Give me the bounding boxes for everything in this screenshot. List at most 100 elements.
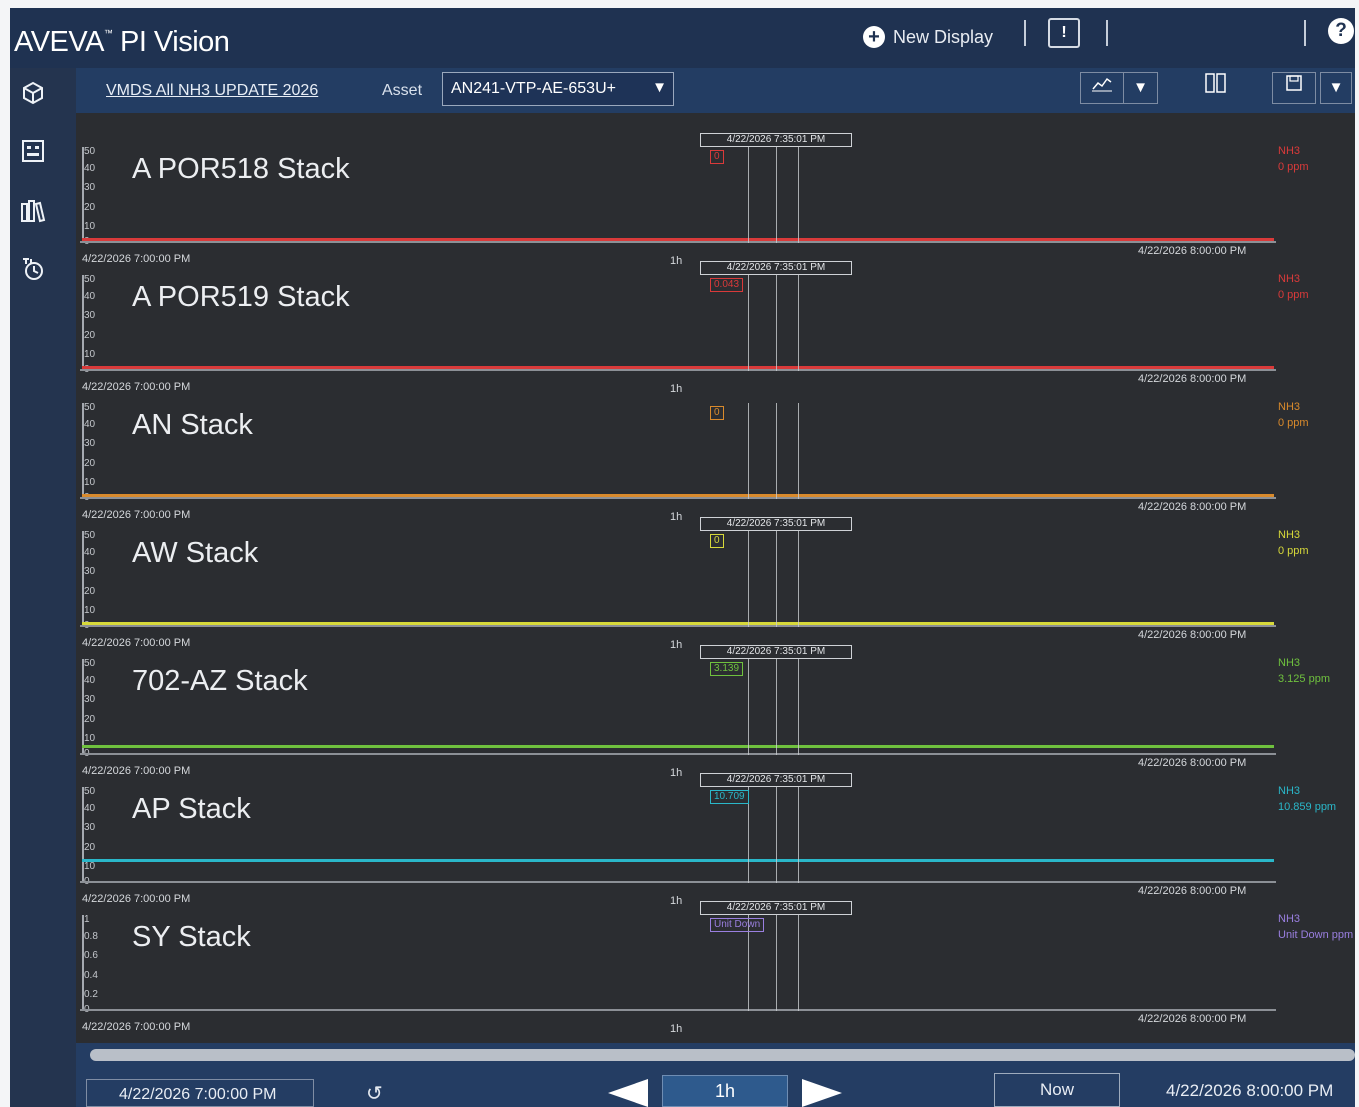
legend-series-value: 10.859 ppm bbox=[1278, 801, 1337, 813]
event-frame-clock-icon[interactable] bbox=[18, 256, 48, 286]
trend-title: 702-AZ Stack bbox=[132, 665, 308, 697]
trend-panel[interactable]: 50 40 30 20 10 0 AW Stack 4/22/2026 7:35:01 PM 0… bbox=[76, 517, 1355, 651]
trend-title: AN Stack bbox=[132, 409, 253, 441]
cursor-line[interactable] bbox=[748, 403, 749, 499]
end-time-label: 4/22/2026 8:00:00 PM bbox=[1138, 501, 1247, 513]
top-header: AVEVA™ PI Vision + New Display ! ? bbox=[10, 8, 1355, 68]
cursor-line[interactable] bbox=[776, 531, 777, 627]
y-tick-label: 10 bbox=[84, 221, 96, 232]
trend-trace bbox=[82, 238, 1274, 241]
cursor-line[interactable] bbox=[798, 275, 799, 371]
y-tick-label: 10 bbox=[84, 477, 96, 488]
arrow-left-icon[interactable] bbox=[608, 1079, 648, 1107]
save-icon[interactable] bbox=[1272, 72, 1316, 104]
y-tick-label: 30 bbox=[84, 310, 96, 321]
end-time-label: 4/22/2026 8:00:00 PM bbox=[1138, 885, 1247, 897]
dropdown-icon[interactable]: ▼ bbox=[1320, 72, 1352, 104]
display-name-link[interactable]: VMDS All NH3 UPDATE 2026 bbox=[106, 82, 318, 100]
trend-trace bbox=[82, 858, 1274, 862]
legend-series-name: NH3 bbox=[1278, 273, 1301, 285]
legend-series-value: 3.125 ppm bbox=[1278, 673, 1330, 685]
cursor-line[interactable] bbox=[798, 531, 799, 627]
y-tick-label: 20 bbox=[84, 586, 96, 597]
end-time-label: 4/22/2026 8:00:00 PM bbox=[1138, 373, 1247, 385]
end-time-label: 4/22/2026 8:00:00 PM bbox=[1138, 629, 1247, 641]
columns-icon[interactable] bbox=[1198, 72, 1234, 104]
cube-icon[interactable] bbox=[18, 80, 48, 110]
trend-title: AW Stack bbox=[132, 537, 259, 569]
y-tick-label: 20 bbox=[84, 202, 96, 213]
new-display-button[interactable]: + New Display bbox=[863, 23, 993, 51]
trend-panel[interactable]: 50 40 30 20 10 0 A POR518 Stack 4/22/2026 7:35:… bbox=[76, 133, 1355, 267]
x-axis bbox=[80, 241, 1276, 243]
y-tick-label: 0.2 bbox=[84, 989, 98, 1000]
x-axis bbox=[80, 625, 1276, 627]
cursor-timestamp: 4/22/2026 7:35:01 PM bbox=[700, 645, 852, 659]
cursor-line[interactable] bbox=[798, 787, 799, 883]
start-time-label: 4/22/2026 7:00:00 PM bbox=[82, 1021, 191, 1033]
dropdown-icon[interactable]: ▼ bbox=[1124, 72, 1158, 104]
trend-panel[interactable]: 50403020100702-AZ Stack4/22/2026 7:35:01… bbox=[76, 645, 1355, 779]
y-tick-label: 20 bbox=[84, 714, 96, 725]
cursor-line[interactable] bbox=[798, 659, 799, 755]
cursor-line[interactable] bbox=[798, 915, 799, 1011]
cursor-timestamp: 4/22/2026 7:35:01 PM bbox=[700, 517, 852, 531]
y-tick-label: 30 bbox=[84, 822, 96, 833]
cursor-line[interactable] bbox=[776, 659, 777, 755]
duration-field[interactable]: 1h bbox=[662, 1075, 788, 1107]
trend-panel[interactable]: 50403020100A POR519 Stack4/22/2026 7:35:… bbox=[76, 261, 1355, 395]
x-axis bbox=[80, 497, 1276, 499]
display-grid-icon[interactable] bbox=[18, 138, 48, 168]
cursor-line[interactable] bbox=[776, 275, 777, 371]
arrow-right-icon[interactable] bbox=[802, 1079, 842, 1107]
now-button[interactable]: Now bbox=[994, 1073, 1120, 1107]
y-tick-label: 50 bbox=[84, 658, 96, 669]
cursor-line[interactable] bbox=[776, 787, 777, 883]
cursor-line[interactable] bbox=[776, 403, 777, 499]
y-tick-label: 30 bbox=[84, 566, 96, 577]
cursor-line[interactable] bbox=[776, 147, 777, 243]
cursor-value: 0 bbox=[710, 150, 724, 164]
refresh-icon[interactable]: ↺ bbox=[366, 1081, 383, 1106]
y-tick-label: 40 bbox=[84, 803, 96, 814]
trend-icon[interactable] bbox=[1080, 72, 1124, 104]
cursor-line[interactable] bbox=[748, 659, 749, 755]
start-time-field[interactable]: 4/22/2026 7:00:00 PM bbox=[86, 1079, 314, 1107]
display-toolbar: VMDS All NH3 UPDATE 2026 Asset AN241-VTP… bbox=[76, 68, 1355, 113]
cursor-value: 10.709 bbox=[710, 790, 749, 804]
cursor-line[interactable] bbox=[748, 531, 749, 627]
cursor-line[interactable] bbox=[798, 403, 799, 499]
help-icon[interactable]: ? bbox=[1328, 18, 1354, 44]
cursor-value: 0 bbox=[710, 406, 724, 420]
legend-series-name: NH3 bbox=[1278, 785, 1301, 797]
y-tick-label: 20 bbox=[84, 458, 96, 469]
timeline-scrollbar[interactable] bbox=[90, 1049, 1355, 1061]
asset-select-value: AN241-VTP-AE-653U+ bbox=[451, 80, 616, 97]
trend-panel[interactable]: 50403020100AN Stack04/22/2026 7:00:00 PM… bbox=[76, 389, 1355, 523]
cursor-line[interactable] bbox=[748, 275, 749, 371]
trend-title: AP Stack bbox=[132, 793, 251, 825]
legend-series-name: NH3 bbox=[1278, 145, 1301, 157]
cursor-line[interactable] bbox=[798, 147, 799, 243]
cursor-line[interactable] bbox=[748, 147, 749, 243]
library-icon[interactable] bbox=[18, 198, 48, 228]
x-axis bbox=[80, 753, 1276, 755]
y-tick-label: 30 bbox=[84, 182, 96, 193]
info-icon[interactable]: ! bbox=[1048, 18, 1080, 48]
divider bbox=[1024, 20, 1026, 46]
end-time-field[interactable]: 4/22/2026 8:00:00 PM bbox=[1166, 1081, 1333, 1101]
y-tick-label: 50 bbox=[84, 402, 96, 413]
trend-panel[interactable]: 50403020100AP Stack4/22/2026 7:35:01 PM1… bbox=[76, 773, 1355, 907]
x-axis bbox=[80, 881, 1276, 883]
legend-series-name: NH3 bbox=[1278, 401, 1301, 413]
y-tick-label: 10 bbox=[84, 605, 96, 616]
cursor-value: 3.139 bbox=[710, 662, 744, 676]
divider bbox=[1304, 20, 1306, 46]
app-logo: AVEVA™ PI Vision bbox=[14, 26, 230, 58]
asset-select[interactable]: AN241-VTP-AE-653U+ ▼ bbox=[442, 72, 674, 106]
trend-panel[interactable]: 10.80.60.40.20SY Stack4/22/2026 7:35:01 … bbox=[76, 901, 1355, 1035]
cursor-line[interactable] bbox=[776, 915, 777, 1011]
plus-circle-icon: + bbox=[863, 26, 885, 48]
trend-trace bbox=[82, 744, 1274, 748]
trend-title: SY Stack bbox=[132, 921, 251, 953]
